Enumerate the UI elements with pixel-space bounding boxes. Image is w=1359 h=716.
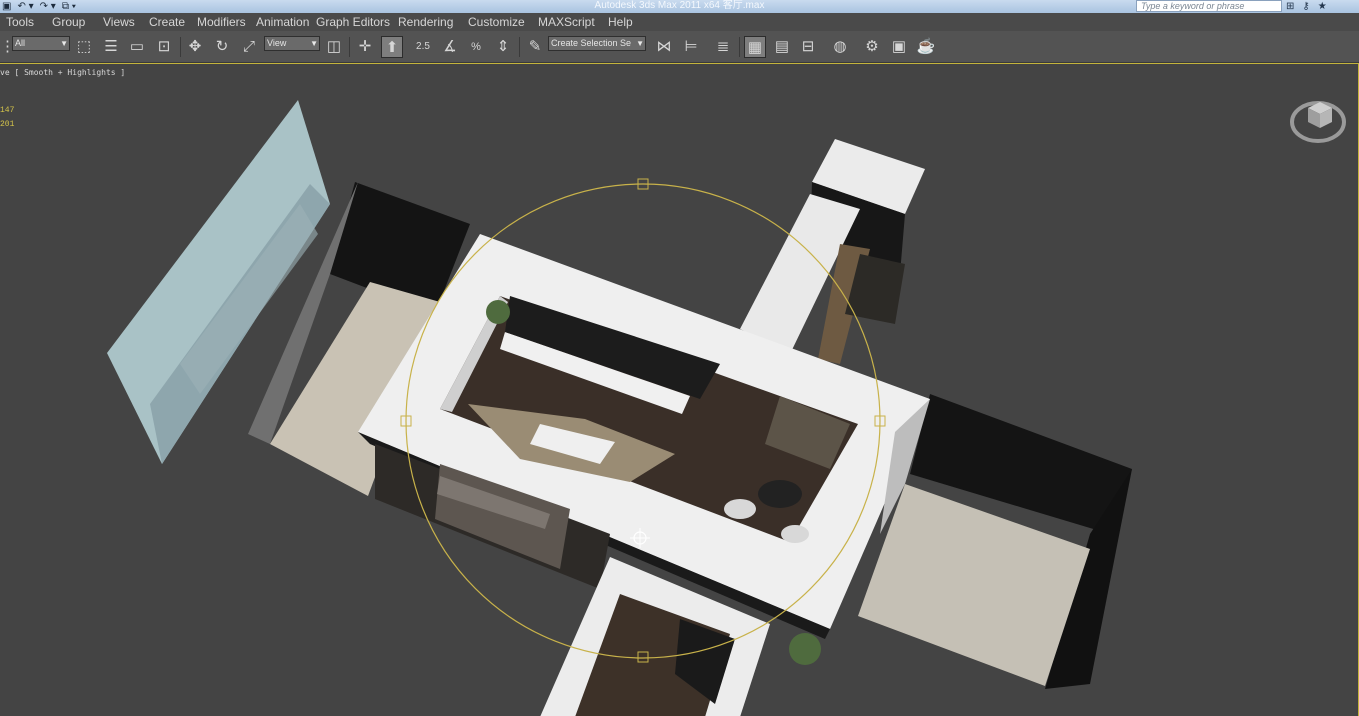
rectangular-region-icon[interactable]: ▭ [126,36,148,58]
chair [724,499,756,519]
chevron-down-icon: ▼ [60,39,68,48]
plant [486,300,510,324]
layer-manager-icon[interactable]: ≣ [712,36,734,58]
menu-customize[interactable]: Customize [468,15,525,29]
graphite-modeling-icon[interactable]: ▦ [744,36,766,58]
align-icon[interactable]: ⊨ [680,36,702,58]
plant [789,633,821,665]
keyboard-shortcut-override-icon[interactable]: ⬆ [381,36,403,58]
angle-snap-icon[interactable]: ∡ [439,36,461,58]
separator [180,37,181,57]
menu-rendering[interactable]: Rendering [398,15,453,29]
menu-help[interactable]: Help [608,15,633,29]
window-crossing-icon[interactable]: ⊡ [153,36,175,58]
key-icon[interactable]: ⚷ [1302,1,1309,12]
binoculars-icon[interactable]: ⊞ [1286,1,1294,12]
scene-render [0,64,1358,716]
menu-animation[interactable]: Animation [256,15,309,29]
reference-coordinate-dropdown[interactable]: View ▼ [264,36,320,51]
mirror-icon[interactable]: ⋈ [653,36,675,58]
star-icon[interactable]: ★ [1318,1,1327,12]
viewport-label[interactable]: ve [ Smooth + Highlights ] [0,68,125,77]
menu-create[interactable]: Create [149,15,185,29]
percent-snap-icon[interactable]: % [465,36,487,58]
viewcube-icon [1290,101,1346,143]
main-toolbar: ⋮ All ▼ ⬚ ☰ ▭ ⊡ ✥ ↻ ⤢ View ▼ ◫ ✛ ⬆ 2.5 ∡ %… [0,31,1359,63]
viewcube[interactable] [1290,92,1346,148]
separator [739,37,740,57]
separator [519,37,520,57]
separator [349,37,350,57]
scale-icon[interactable]: ⤢ [238,36,260,58]
infocenter: ⊞ ⚷ ★ [1286,0,1327,13]
menu-views[interactable]: Views [103,15,135,29]
stat-polys: 147 [0,106,15,115]
render-production-icon[interactable]: ☕ [915,36,937,58]
stat-verts: 201 [0,120,15,129]
menu-bar: Tools Group Views Create Modifiers Anima… [0,13,1359,31]
material-editor-icon[interactable]: ◍ [829,36,851,58]
search-input[interactable]: Type a keyword or phrase [1136,0,1282,12]
chevron-down-icon: ▼ [636,39,644,48]
chair [781,525,809,543]
spinner-snap-icon[interactable]: ⇕ [492,36,514,58]
pivot-center-icon[interactable]: ◫ [323,36,345,58]
menu-group[interactable]: Group [52,15,85,29]
curve-editor-icon[interactable]: ▤ [771,36,793,58]
perspective-viewport[interactable]: ve [ Smooth + Highlights ] 147 201 [0,63,1359,716]
select-manipulate-icon[interactable]: ✛ [354,36,376,58]
menu-tools[interactable]: Tools [6,15,34,29]
title-bar: ▣ ↶ ▾ ↷ ▾ ⧉ ▾ Autodesk 3ds Max 2011 x64 … [0,0,1359,13]
select-by-name-icon[interactable]: ☰ [100,36,122,58]
named-selection-dropdown[interactable]: Create Selection Se ▼ [548,36,646,51]
move-icon[interactable]: ✥ [184,36,206,58]
edit-named-selection-icon[interactable]: ✎ [524,36,546,58]
chevron-down-icon: ▼ [310,39,318,48]
select-object-icon[interactable]: ⬚ [73,36,95,58]
round-table [758,480,802,508]
selection-filter-dropdown[interactable]: All ▼ [12,36,70,51]
rotate-icon[interactable]: ↻ [211,36,233,58]
schematic-view-icon[interactable]: ⊟ [797,36,819,58]
snaps-toggle-icon[interactable]: 2.5 [412,36,434,58]
menu-maxscript[interactable]: MAXScript [538,15,595,29]
render-setup-icon[interactable]: ⚙ [861,36,883,58]
toolbar-grip-icon: ⋮ [0,38,15,55]
menu-modifiers[interactable]: Modifiers [197,15,246,29]
menu-graph-editors[interactable]: Graph Editors [316,15,390,29]
rendered-frame-window-icon[interactable]: ▣ [888,36,910,58]
